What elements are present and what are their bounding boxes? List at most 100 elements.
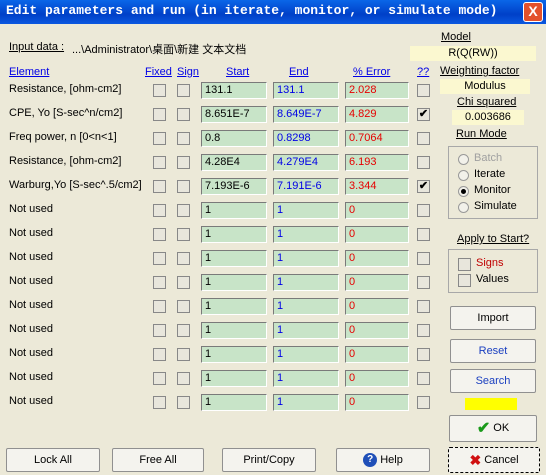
import-button[interactable]: Import: [450, 306, 536, 330]
element-label: Not used: [9, 203, 54, 215]
qq-checkbox[interactable]: [417, 204, 430, 217]
end-field[interactable]: 1: [273, 274, 339, 291]
apply-values-checkbox[interactable]: [458, 274, 471, 287]
header-end[interactable]: End: [289, 66, 309, 78]
radio-batch[interactable]: [458, 154, 469, 165]
apply-signs-checkbox[interactable]: [458, 258, 471, 271]
fixed-checkbox[interactable]: [153, 396, 166, 409]
header-qq[interactable]: ??: [417, 66, 429, 78]
reset-button[interactable]: Reset: [450, 339, 536, 363]
qq-checkbox[interactable]: ✔: [417, 108, 430, 121]
fixed-checkbox[interactable]: [153, 84, 166, 97]
qq-checkbox[interactable]: [417, 396, 430, 409]
run-mode-label: Run Mode: [456, 128, 507, 140]
sign-checkbox[interactable]: [177, 228, 190, 241]
start-field[interactable]: 1: [201, 322, 267, 339]
sign-checkbox[interactable]: [177, 84, 190, 97]
qq-checkbox[interactable]: [417, 372, 430, 385]
print-copy-button[interactable]: Print/Copy: [222, 448, 316, 472]
ok-button[interactable]: ✔ OK: [449, 415, 537, 442]
start-field[interactable]: 1: [201, 346, 267, 363]
radio-iterate[interactable]: [458, 170, 469, 181]
start-field[interactable]: 1: [201, 202, 267, 219]
end-field[interactable]: 131.1: [273, 82, 339, 99]
start-field[interactable]: 1: [201, 250, 267, 267]
sign-checkbox[interactable]: [177, 180, 190, 193]
element-label: Resistance, [ohm-cm2]: [9, 83, 122, 95]
start-field[interactable]: 1: [201, 274, 267, 291]
fixed-checkbox[interactable]: [153, 204, 166, 217]
start-field[interactable]: 4.28E4: [201, 154, 267, 171]
help-button[interactable]: ? Help: [336, 448, 430, 472]
qq-checkbox[interactable]: [417, 348, 430, 361]
end-field[interactable]: 4.279E4: [273, 154, 339, 171]
sign-checkbox[interactable]: [177, 108, 190, 121]
error-field: 0: [345, 394, 409, 411]
lock-all-button[interactable]: Lock All: [6, 448, 100, 472]
radio-simulate[interactable]: [458, 202, 469, 213]
sign-checkbox[interactable]: [177, 156, 190, 169]
end-field[interactable]: 1: [273, 370, 339, 387]
qq-checkbox[interactable]: [417, 300, 430, 313]
end-field[interactable]: 1: [273, 298, 339, 315]
weighting-value[interactable]: Modulus: [440, 79, 530, 94]
sign-checkbox[interactable]: [177, 132, 190, 145]
fixed-checkbox[interactable]: [153, 228, 166, 241]
header-fixed[interactable]: Fixed: [145, 66, 172, 78]
end-field[interactable]: 7.191E-6: [273, 178, 339, 195]
fixed-checkbox[interactable]: [153, 156, 166, 169]
fixed-checkbox[interactable]: [153, 108, 166, 121]
radio-monitor[interactable]: [458, 186, 469, 197]
fixed-checkbox[interactable]: [153, 324, 166, 337]
end-field[interactable]: 1: [273, 346, 339, 363]
sign-checkbox[interactable]: [177, 252, 190, 265]
qq-checkbox[interactable]: [417, 276, 430, 289]
header-error[interactable]: % Error: [353, 66, 390, 78]
sign-checkbox[interactable]: [177, 324, 190, 337]
qq-checkbox[interactable]: [417, 324, 430, 337]
header-start[interactable]: Start: [226, 66, 249, 78]
help-button-label: Help: [380, 454, 403, 467]
fixed-checkbox[interactable]: [153, 348, 166, 361]
sign-checkbox[interactable]: [177, 396, 190, 409]
start-field[interactable]: 1: [201, 370, 267, 387]
start-field[interactable]: 131.1: [201, 82, 267, 99]
close-button[interactable]: X: [523, 2, 543, 22]
sign-checkbox[interactable]: [177, 348, 190, 361]
qq-checkbox[interactable]: [417, 252, 430, 265]
start-field[interactable]: 1: [201, 298, 267, 315]
qq-checkbox[interactable]: ✔: [417, 180, 430, 193]
search-button[interactable]: Search: [450, 369, 536, 393]
qq-checkbox[interactable]: [417, 84, 430, 97]
end-field[interactable]: 8.649E-7: [273, 106, 339, 123]
cancel-button[interactable]: ✖ Cancel: [448, 447, 540, 473]
sign-checkbox[interactable]: [177, 204, 190, 217]
start-field[interactable]: 7.193E-6: [201, 178, 267, 195]
qq-checkbox[interactable]: [417, 228, 430, 241]
end-field[interactable]: 1: [273, 394, 339, 411]
sign-checkbox[interactable]: [177, 300, 190, 313]
fixed-checkbox[interactable]: [153, 132, 166, 145]
fixed-checkbox[interactable]: [153, 252, 166, 265]
start-field[interactable]: 8.651E-7: [201, 106, 267, 123]
sign-checkbox[interactable]: [177, 276, 190, 289]
fixed-checkbox[interactable]: [153, 372, 166, 385]
qq-checkbox[interactable]: [417, 156, 430, 169]
end-field[interactable]: 1: [273, 322, 339, 339]
fixed-checkbox[interactable]: [153, 300, 166, 313]
end-field[interactable]: 1: [273, 226, 339, 243]
end-field[interactable]: 1: [273, 250, 339, 267]
end-field[interactable]: 1: [273, 202, 339, 219]
fixed-checkbox[interactable]: [153, 180, 166, 193]
start-field[interactable]: 1: [201, 394, 267, 411]
free-all-button[interactable]: Free All: [112, 448, 204, 472]
title-bar: Edit parameters and run (in iterate, mon…: [0, 0, 546, 24]
end-field[interactable]: 0.8298: [273, 130, 339, 147]
header-sign[interactable]: Sign: [177, 66, 199, 78]
fixed-checkbox[interactable]: [153, 276, 166, 289]
element-label: Warburg,Yo [S-sec^.5/cm2]: [9, 179, 142, 191]
start-field[interactable]: 1: [201, 226, 267, 243]
qq-checkbox[interactable]: [417, 132, 430, 145]
sign-checkbox[interactable]: [177, 372, 190, 385]
start-field[interactable]: 0.8: [201, 130, 267, 147]
